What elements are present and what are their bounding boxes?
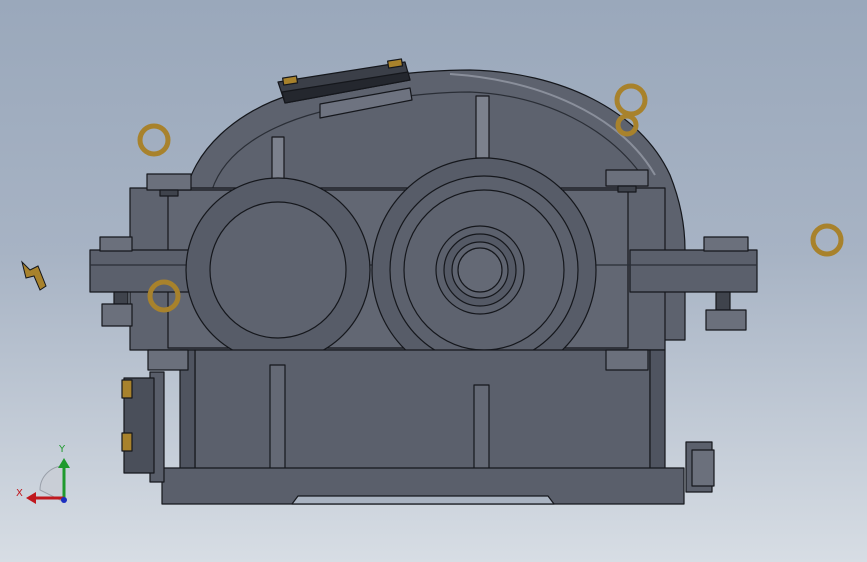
y-axis-label: Y xyxy=(59,444,66,455)
spring-washer[interactable] xyxy=(21,260,47,291)
spring-washer[interactable] xyxy=(614,83,648,117)
graphics-viewport[interactable]: Y X xyxy=(0,0,867,562)
output-shaft[interactable] xyxy=(457,247,503,293)
bolt[interactable] xyxy=(101,291,133,327)
spring-washer[interactable] xyxy=(810,223,844,257)
dome-rib xyxy=(475,95,490,159)
bolt[interactable] xyxy=(99,236,133,252)
lower-housing xyxy=(194,349,651,471)
spring-washer[interactable] xyxy=(137,123,171,157)
drain-plug[interactable] xyxy=(685,441,715,493)
lower-housing-taper xyxy=(649,349,666,471)
z-axis-point xyxy=(61,497,67,503)
oil-level-gauge[interactable] xyxy=(121,371,165,483)
input-shaft-cover xyxy=(209,201,347,339)
lower-rib xyxy=(473,384,490,471)
bolt[interactable] xyxy=(703,236,749,252)
x-axis-label: X xyxy=(16,488,23,499)
gearbox-model[interactable] xyxy=(0,0,867,562)
bolt[interactable] xyxy=(605,349,649,371)
base-cutout xyxy=(291,495,555,505)
right-flange xyxy=(629,249,758,293)
axis-triad xyxy=(26,458,70,504)
lower-rib xyxy=(269,364,286,471)
bolt[interactable] xyxy=(147,349,189,371)
bolt[interactable] xyxy=(705,291,747,331)
dome-rib xyxy=(271,136,285,181)
